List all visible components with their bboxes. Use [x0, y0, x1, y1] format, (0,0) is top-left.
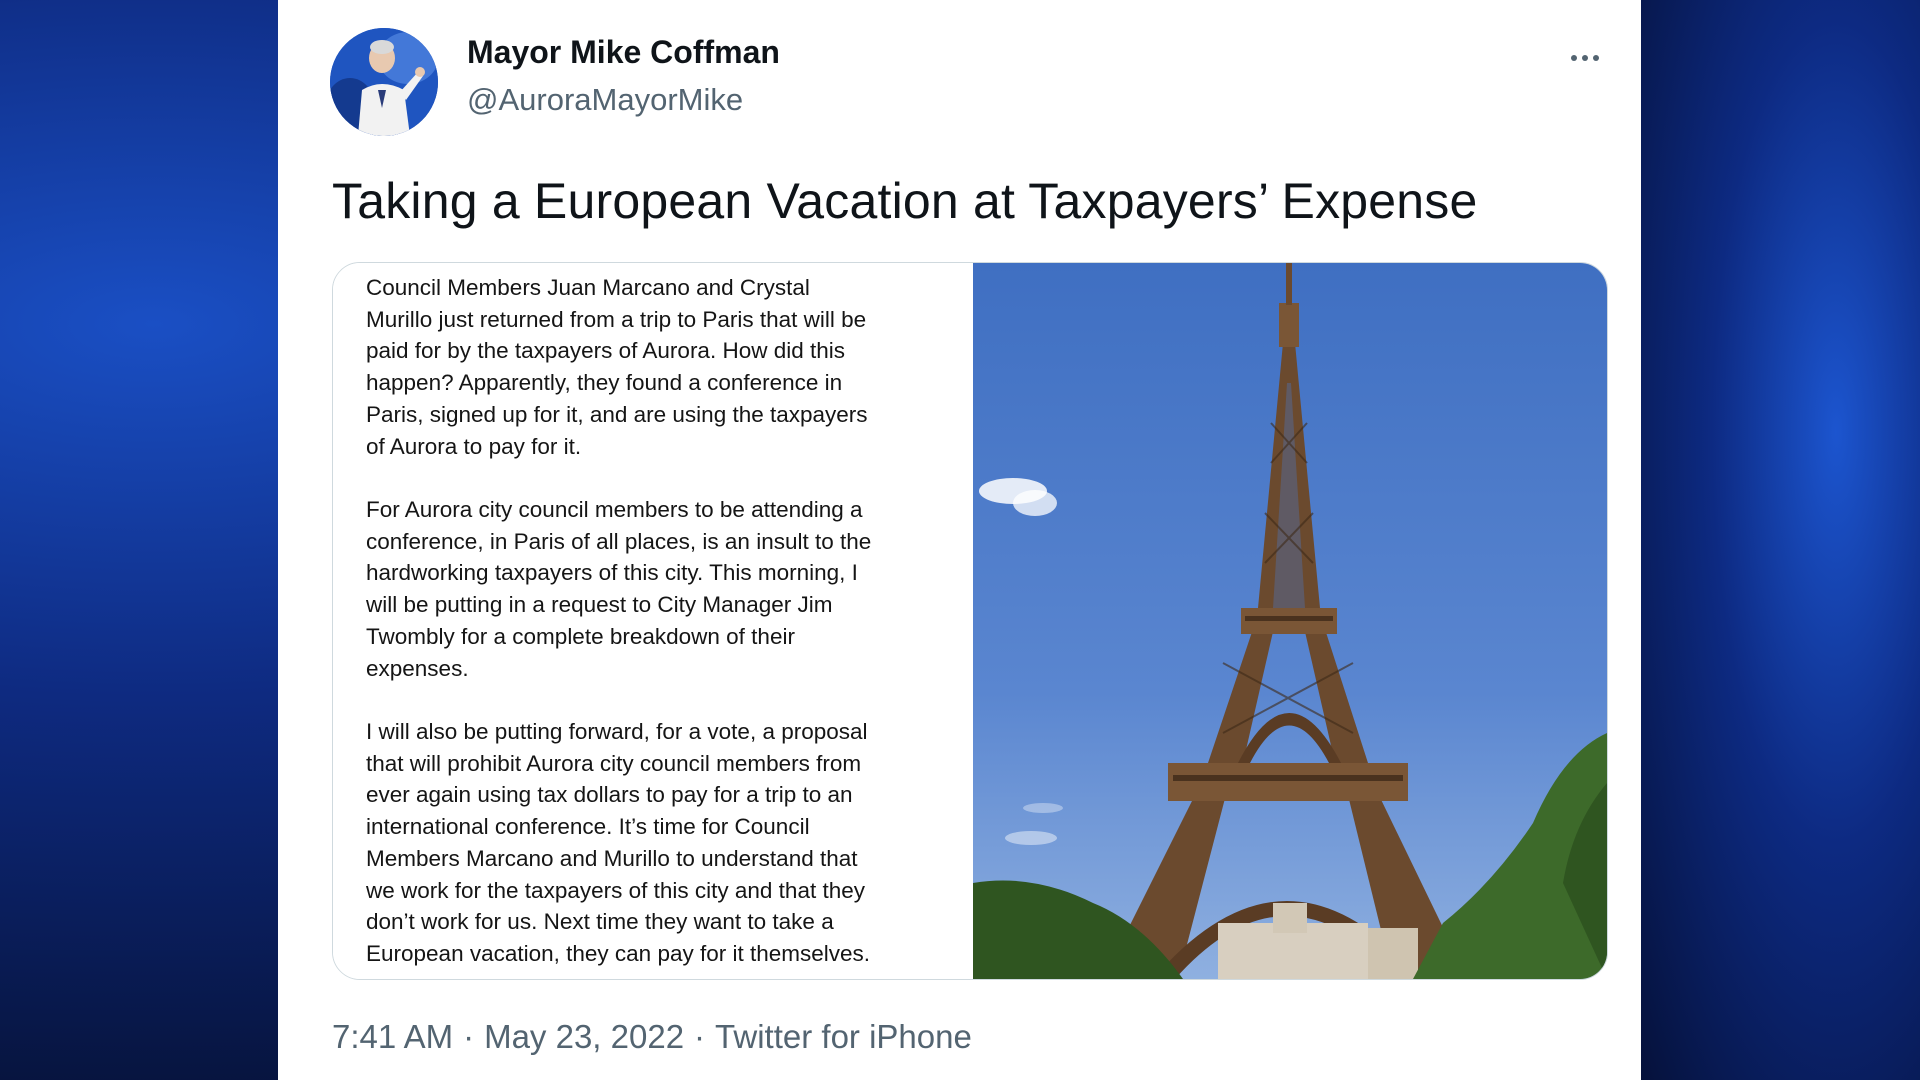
- user-avatar-icon: [330, 28, 438, 136]
- tweet-date[interactable]: May 23, 2022: [484, 1018, 684, 1055]
- background-right: [1640, 0, 1920, 1080]
- separator: ·: [694, 1018, 706, 1055]
- letter-image: Council Members Juan Marcano and Crystal…: [333, 263, 973, 979]
- letter-paragraph-1: Council Members Juan Marcano and Crystal…: [366, 275, 868, 459]
- more-horizontal-icon: [1571, 55, 1577, 61]
- separator: ·: [463, 1018, 475, 1055]
- more-options-button[interactable]: [1565, 40, 1605, 76]
- eiffel-tower-icon: [973, 263, 1607, 979]
- author-avatar[interactable]: [330, 28, 438, 136]
- tweet-media[interactable]: Council Members Juan Marcano and Crystal…: [332, 262, 1608, 980]
- author-name[interactable]: Mayor Mike Coffman: [467, 34, 780, 71]
- letter-paragraph-3: I will also be putting forward, for a vo…: [366, 719, 871, 966]
- eiffel-tower-photo: [973, 263, 1607, 979]
- tweet-text: Taking a European Vacation at Taxpayers’…: [332, 173, 1478, 229]
- tweet-time[interactable]: 7:41 AM: [332, 1018, 453, 1055]
- tweet-source[interactable]: Twitter for iPhone: [715, 1018, 972, 1055]
- letter-paragraph-2: For Aurora city council members to be at…: [366, 497, 872, 681]
- tweet-card: Mayor Mike Coffman @AuroraMayorMike Taki…: [278, 0, 1641, 1080]
- tweet-timestamp: 7:41 AM · May 23, 2022 · Twitter for iPhone: [332, 1018, 972, 1056]
- author-handle[interactable]: @AuroraMayorMike: [467, 82, 743, 118]
